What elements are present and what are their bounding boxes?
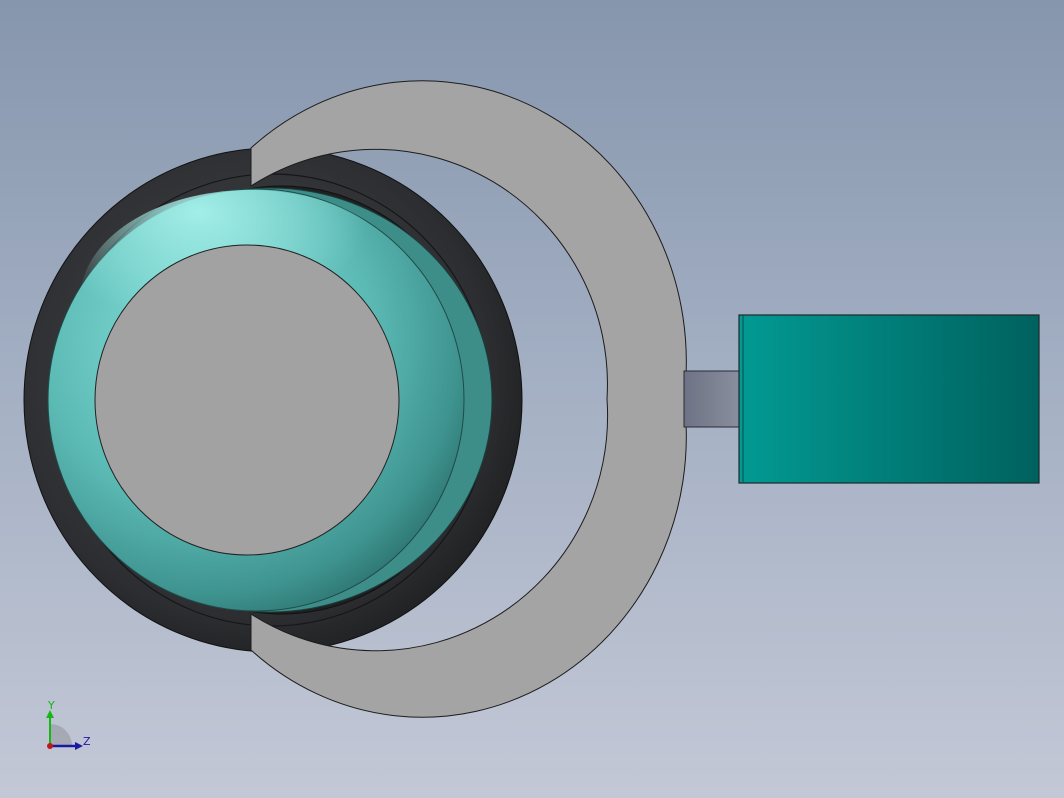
z-axis-label: Z	[83, 735, 91, 748]
y-axis-label: Y	[48, 699, 55, 712]
gray-inner-disc[interactable]	[94, 244, 400, 556]
origin-dot	[47, 743, 53, 749]
connector-stem[interactable]	[683, 370, 742, 428]
teal-block[interactable]	[738, 314, 1040, 484]
axis-triad: Y Z	[38, 698, 98, 758]
triad-graphic	[46, 710, 83, 750]
model-canvas[interactable]	[0, 0, 1064, 798]
cad-graphics-viewport[interactable]: Y Z	[0, 0, 1064, 798]
